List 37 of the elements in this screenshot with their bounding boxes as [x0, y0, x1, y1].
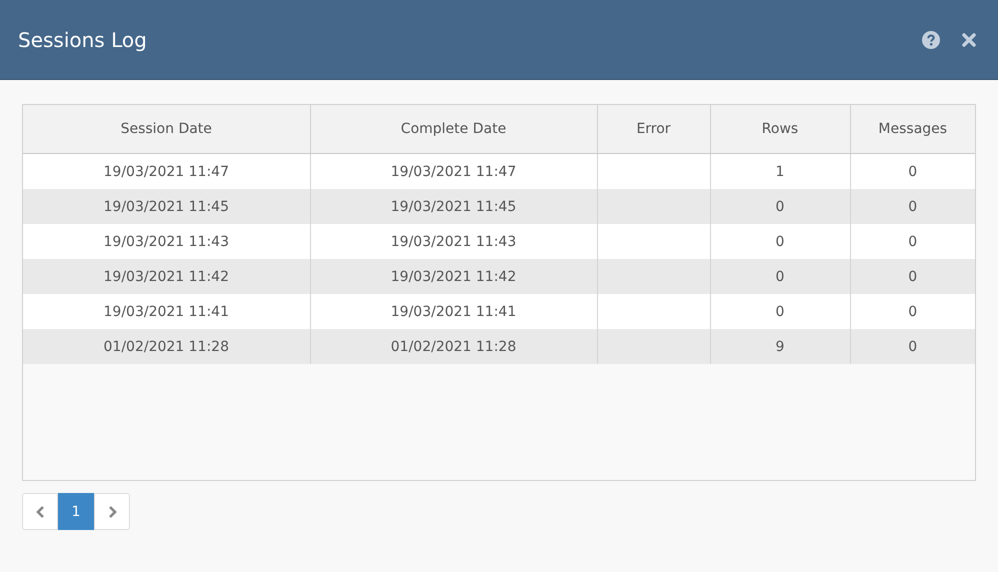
table-cell: 0 — [908, 304, 918, 320]
column-header[interactable]: Session Date — [23, 105, 310, 154]
table-cell: 19/03/2021 11:45 — [390, 198, 516, 214]
column-header[interactable]: Error — [597, 105, 710, 154]
table-cell: 0 — [908, 268, 918, 284]
table-cell: 19/03/2021 11:41 — [104, 304, 229, 320]
table-cell: 19/03/2021 11:45 — [104, 198, 229, 214]
table-cell: 19/03/2021 11:47 — [390, 164, 516, 180]
table-cell: 0 — [776, 268, 784, 284]
close-icon[interactable] — [962, 32, 976, 46]
table-cell: 0 — [908, 198, 918, 214]
table-cell: 19/03/2021 11:41 — [390, 304, 516, 320]
table-cell: 9 — [776, 338, 784, 354]
next-page-button[interactable] — [94, 493, 130, 530]
table-cell: 19/03/2021 11:43 — [104, 234, 229, 250]
previous-page-button[interactable] — [22, 493, 58, 530]
page-button[interactable]: 1 — [58, 493, 94, 530]
table-cell: 01/02/2021 11:28 — [104, 338, 229, 354]
table-cell: 0 — [776, 304, 784, 320]
table-cell: 0 — [908, 164, 918, 180]
chevron-left-icon — [36, 504, 44, 518]
dialog-title: Sessions Log — [18, 28, 148, 52]
chevron-right-icon — [108, 504, 116, 518]
column-header[interactable]: Messages — [850, 105, 975, 154]
table-cell: 19/03/2021 11:43 — [390, 234, 516, 250]
table-cell: 0 — [908, 338, 918, 354]
table-cell: 0 — [776, 234, 784, 250]
column-header[interactable]: Complete Date — [310, 105, 597, 154]
table-cell: 0 — [908, 234, 918, 250]
table-cell: 0 — [776, 198, 784, 214]
column-header[interactable]: Rows — [710, 105, 850, 154]
help-icon[interactable] — [922, 30, 940, 48]
table-cell: 19/03/2021 11:42 — [390, 268, 516, 284]
table-cell: 1 — [776, 164, 784, 180]
table-cell: 19/03/2021 11:42 — [104, 268, 229, 284]
table-cell: 01/02/2021 11:28 — [390, 338, 516, 354]
table-cell: 19/03/2021 11:47 — [104, 164, 229, 180]
